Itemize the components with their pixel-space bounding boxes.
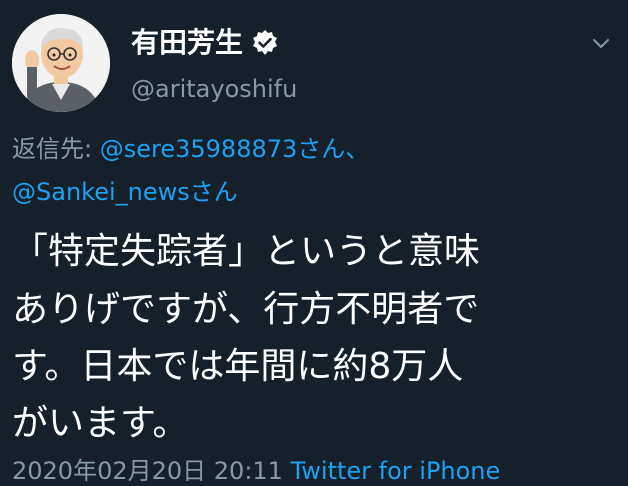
tweet-text-line: がいます。 xyxy=(12,403,189,444)
tweet-text-line: 「特定失踪者」というと意味 xyxy=(12,231,481,272)
mention-link-2[interactable]: @Sankei_newsさん xyxy=(12,178,238,206)
reply-to-line-2: @Sankei_newsさん xyxy=(12,176,238,208)
tweet-text-line: ありげですが、行方不明者で xyxy=(12,289,480,330)
timestamp-time[interactable]: 2020年02月20日 20:11 xyxy=(12,457,291,485)
avatar[interactable] xyxy=(12,14,110,112)
tweet-text-line: す。日本では年間に約8万人 xyxy=(12,346,464,387)
reply-to-line: 返信先: @sere35988873さん、 xyxy=(12,133,369,165)
tweet-card: 有田芳生 @aritayoshifu 返信先: @sere35988873さん、… xyxy=(0,0,628,485)
mention-link-1[interactable]: @sere35988873さん、 xyxy=(100,135,370,163)
verified-badge-icon xyxy=(251,29,279,57)
cartoon-portrait-avatar xyxy=(12,14,110,112)
chevron-down-icon xyxy=(593,39,609,48)
author-handle[interactable]: @aritayoshifu xyxy=(131,74,297,104)
reply-to-prefix: 返信先: xyxy=(12,135,93,163)
tweet-timestamp: 2020年02月20日 20:11 Twitter for iPhone xyxy=(12,456,500,486)
tweet-menu-button[interactable] xyxy=(588,30,614,56)
author-display-name[interactable]: 有田芳生 xyxy=(131,26,279,60)
source-link[interactable]: Twitter for iPhone xyxy=(291,457,501,485)
author-name-text: 有田芳生 xyxy=(131,26,244,59)
